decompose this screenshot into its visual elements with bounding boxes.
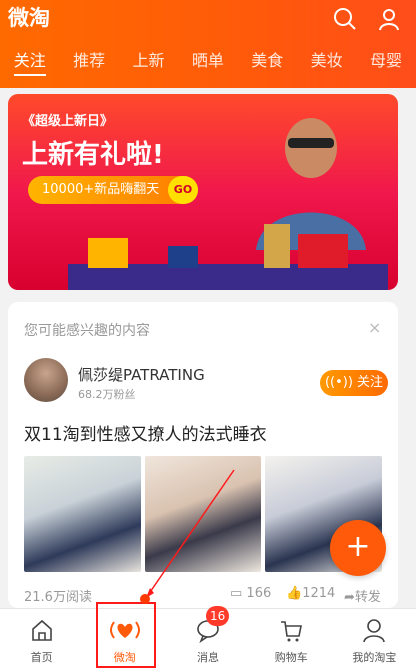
highlight-box bbox=[96, 602, 156, 668]
tabbar-label: 我的淘宝 bbox=[352, 651, 397, 664]
tabbar-label: 购物车 bbox=[274, 651, 308, 664]
tabbar-label: 首页 bbox=[30, 651, 53, 664]
home-icon bbox=[31, 619, 52, 641]
tabbar-item-home[interactable]: 首页 bbox=[0, 609, 83, 672]
user-icon bbox=[363, 619, 386, 643]
notification-dot bbox=[140, 594, 150, 604]
message-badge: 16 bbox=[206, 606, 230, 626]
tabbar-item-cart[interactable]: 购物车 bbox=[250, 609, 333, 672]
tabbar-label: 消息 bbox=[197, 651, 219, 664]
tabbar-item-my-taobao[interactable]: 我的淘宝 bbox=[333, 609, 416, 672]
cart-icon bbox=[281, 621, 303, 642]
annotation-arrow bbox=[145, 469, 235, 599]
